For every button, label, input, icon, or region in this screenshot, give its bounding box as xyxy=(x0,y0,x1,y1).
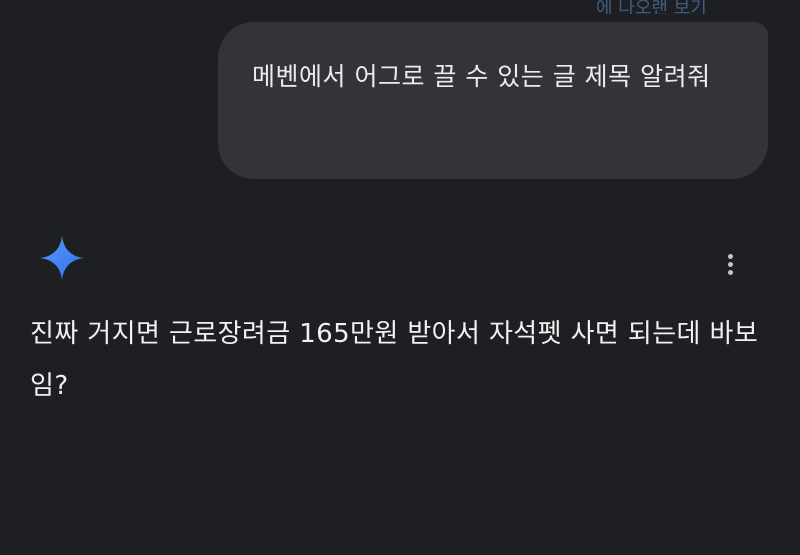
gemini-sparkle-icon xyxy=(39,235,85,281)
user-message-text: 메벤에서 어그로 끌 수 있는 글 제목 알려줘 xyxy=(252,62,711,91)
assistant-response-text: 진짜 거지면 근로장려금 165만원 받아서 자석펫 사면 되는데 바보임? xyxy=(30,319,759,401)
user-message-bubble: 메벤에서 어그로 끌 수 있는 글 제목 알려줘 xyxy=(218,22,768,179)
more-dot xyxy=(727,269,733,275)
more-dot xyxy=(727,261,733,267)
more-vert-icon[interactable] xyxy=(716,248,744,280)
more-dot xyxy=(727,253,733,259)
top-link[interactable]: 에 나오랜 보기 xyxy=(596,0,707,14)
